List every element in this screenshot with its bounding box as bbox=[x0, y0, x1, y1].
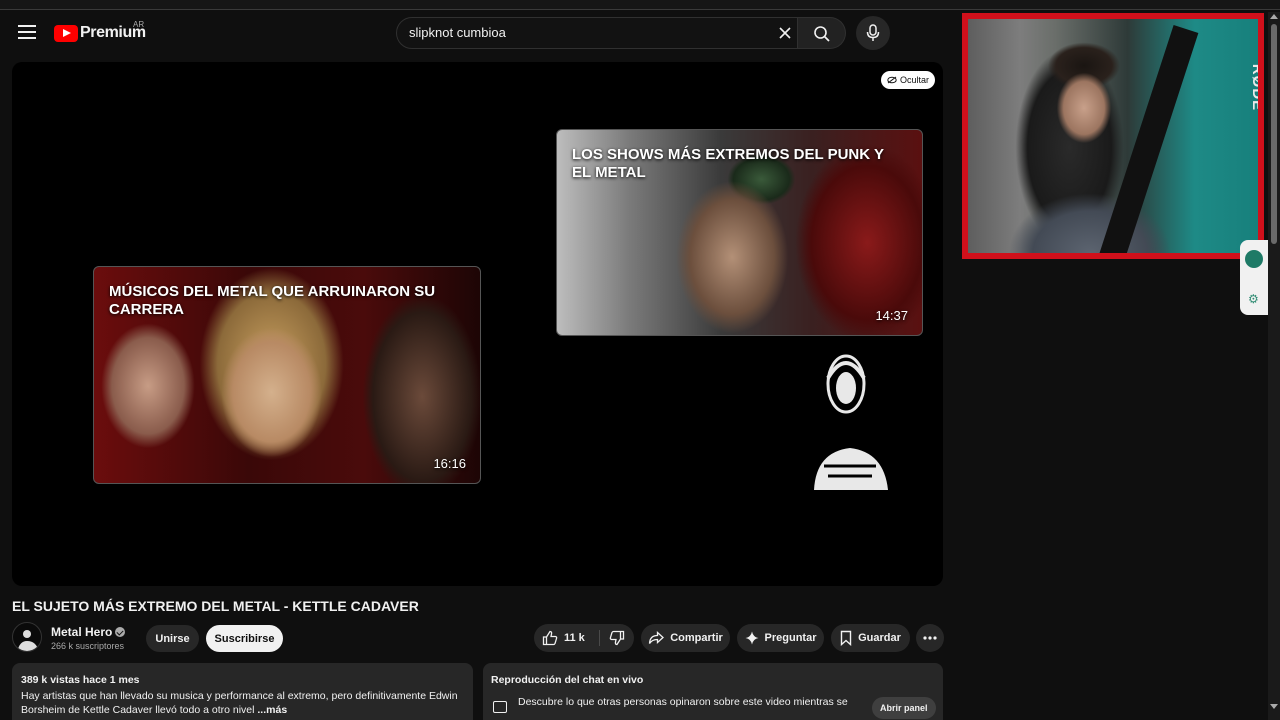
scrollbar-thumb[interactable] bbox=[1271, 24, 1277, 244]
masthead: Premium AR bbox=[0, 12, 960, 54]
menu-icon[interactable] bbox=[16, 21, 38, 43]
extension-icon[interactable] bbox=[1245, 250, 1263, 268]
live-chat-replay-box: Reproducción del chat en vivo Descubre l… bbox=[483, 663, 943, 720]
voice-search-button[interactable] bbox=[856, 16, 890, 50]
end-card-duration: 14:37 bbox=[875, 308, 908, 323]
channel-avatar-icon bbox=[17, 630, 39, 651]
gear-icon[interactable]: ⚙ bbox=[1248, 292, 1259, 306]
thumbs-up-icon bbox=[542, 630, 558, 646]
end-card-video-1[interactable]: MÚSICOS DEL METAL QUE ARRUINARON SU CARR… bbox=[93, 266, 481, 484]
search-icon bbox=[814, 26, 830, 42]
streamer-webcam-overlay: RØDE bbox=[962, 13, 1264, 259]
ask-label: Preguntar bbox=[764, 632, 817, 644]
hide-end-cards-button[interactable]: Ocultar bbox=[881, 71, 936, 89]
scroll-down-arrow-icon[interactable] bbox=[1270, 704, 1278, 709]
more-actions-button[interactable] bbox=[916, 624, 944, 652]
like-button[interactable]: 11 k bbox=[534, 624, 599, 652]
end-card-video-2[interactable]: LOS SHOWS MÁS EXTREMOS DEL PUNK Y EL MET… bbox=[556, 129, 923, 336]
save-button[interactable]: Guardar bbox=[831, 624, 910, 652]
view-count-and-date: 389 k vistas hace 1 mes bbox=[21, 674, 140, 686]
like-dislike-group: 11 k bbox=[534, 624, 634, 652]
microphone-icon bbox=[866, 24, 880, 41]
join-button[interactable]: Unirse bbox=[146, 625, 199, 652]
country-code: AR bbox=[133, 20, 145, 29]
end-card-title: LOS SHOWS MÁS EXTREMOS DEL PUNK Y EL MET… bbox=[572, 146, 884, 181]
end-card-duration: 16:16 bbox=[433, 456, 466, 471]
microphone-brand-text: RØDE bbox=[1249, 63, 1264, 112]
chat-icon bbox=[493, 701, 507, 713]
description-box[interactable]: 389 k vistas hace 1 mes Hay artistas que… bbox=[12, 663, 473, 720]
show-more-link[interactable]: ...más bbox=[257, 704, 287, 716]
clear-search-icon[interactable] bbox=[777, 25, 793, 41]
scroll-up-arrow-icon[interactable] bbox=[1270, 14, 1278, 19]
channel-name[interactable]: Metal Hero bbox=[51, 625, 126, 639]
subscriber-count: 266 k suscriptores bbox=[51, 641, 125, 651]
share-icon bbox=[649, 631, 665, 644]
ask-button[interactable]: Preguntar bbox=[737, 624, 824, 652]
video-player[interactable]: Ocultar MÚSICOS DEL METAL QUE ARRUINARON… bbox=[12, 62, 943, 586]
sparkle-icon bbox=[745, 631, 759, 645]
description-body: Hay artistas que han llevado su musica y… bbox=[21, 690, 458, 716]
chat-replay-text: Descubre lo que otras personas opinaron … bbox=[518, 696, 848, 708]
more-horizontal-icon bbox=[923, 636, 937, 640]
eye-slash-icon bbox=[887, 76, 897, 84]
end-card-title: MÚSICOS DEL METAL QUE ARRUINARON SU CARR… bbox=[109, 283, 436, 318]
save-label: Guardar bbox=[858, 632, 901, 644]
chat-replay-title: Reproducción del chat en vivo bbox=[491, 674, 644, 686]
thumbs-down-icon bbox=[609, 630, 625, 646]
channel-avatar[interactable] bbox=[12, 622, 42, 652]
share-button[interactable]: Compartir bbox=[641, 624, 730, 652]
search-input[interactable] bbox=[409, 25, 759, 40]
share-label: Compartir bbox=[670, 632, 723, 644]
description-text: Hay artistas que han llevado su musica y… bbox=[21, 689, 466, 717]
video-title: EL SUJETO MÁS EXTREMO DEL METAL - KETTLE… bbox=[12, 598, 419, 614]
browser-top-edge bbox=[0, 0, 1280, 10]
youtube-logo-icon bbox=[54, 24, 78, 42]
youtube-premium-logo[interactable]: Premium bbox=[54, 22, 146, 44]
channel-name-text: Metal Hero bbox=[51, 625, 113, 639]
channel-subscribe-end-card-icon[interactable] bbox=[806, 348, 894, 494]
subscribe-button[interactable]: Suscribirse bbox=[206, 625, 283, 652]
dislike-button[interactable] bbox=[600, 624, 634, 652]
search-box[interactable] bbox=[396, 17, 798, 49]
bookmark-icon bbox=[840, 630, 852, 646]
open-panel-button[interactable]: Abrir panel bbox=[872, 697, 936, 719]
hide-label: Ocultar bbox=[900, 75, 930, 85]
microphone-arm bbox=[1096, 24, 1199, 253]
like-count: 11 k bbox=[564, 632, 585, 644]
search-button[interactable] bbox=[798, 17, 846, 49]
verified-icon bbox=[115, 627, 126, 637]
extension-side-widget[interactable]: ⚙ bbox=[1240, 240, 1268, 315]
